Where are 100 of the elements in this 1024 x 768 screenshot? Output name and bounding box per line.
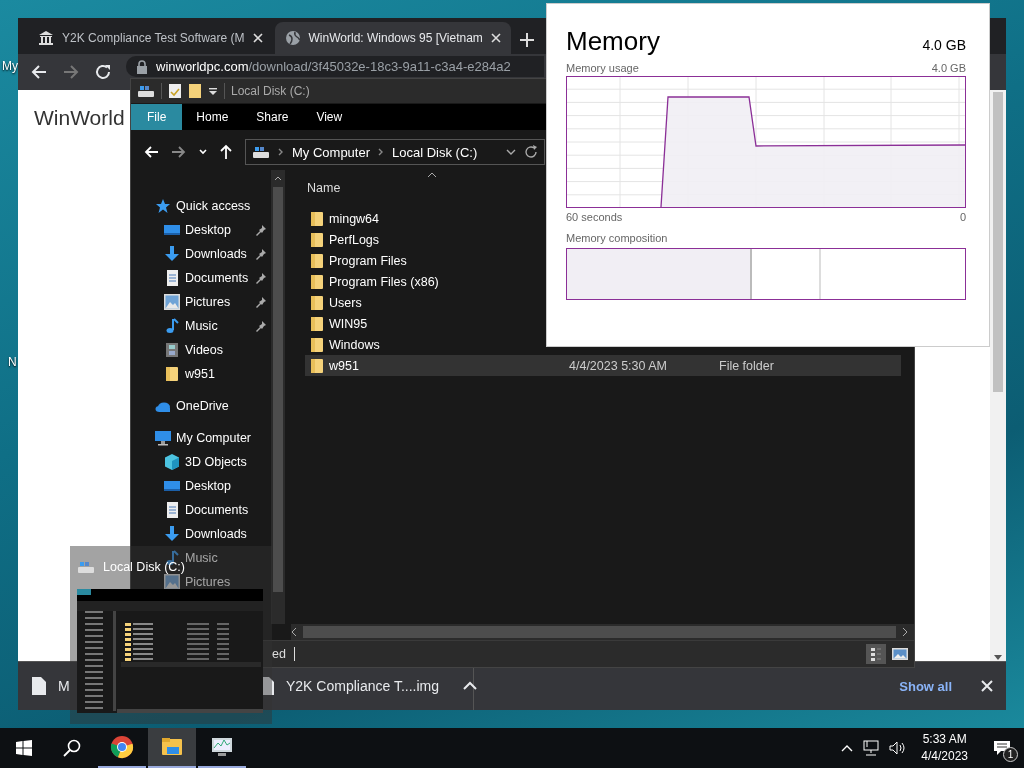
- dropdown-caret-icon[interactable]: [506, 148, 516, 156]
- window-title: Local Disk (C:): [231, 84, 310, 98]
- back-arrow-icon[interactable]: [143, 144, 159, 160]
- pin-icon[interactable]: [255, 272, 267, 284]
- status-text: ed: [272, 647, 286, 661]
- file-name: WIN95: [329, 316, 369, 331]
- picture-icon: [164, 574, 180, 590]
- document-icon: [164, 270, 180, 286]
- address-field[interactable]: My Computer Local Disk (C:): [245, 139, 545, 165]
- file-name: Program Files: [329, 253, 408, 268]
- clock[interactable]: 5:33 AM 4/4/2023: [921, 731, 968, 765]
- network-icon[interactable]: [863, 740, 880, 756]
- nav-item[interactable]: Documents: [164, 502, 271, 518]
- show-all-link[interactable]: Show all: [899, 678, 952, 694]
- forward-arrow-icon: [62, 63, 80, 81]
- nav-item[interactable]: OneDrive: [155, 398, 271, 414]
- file-row[interactable]: Program Files (x86): [305, 271, 541, 292]
- horizontal-scrollbar[interactable]: [291, 624, 914, 640]
- pin-icon[interactable]: [255, 224, 267, 236]
- url-path: /download/3f45032e-18c3-9a11-c3a4-e284a2: [248, 59, 511, 74]
- pin-icon[interactable]: [255, 320, 267, 332]
- scrollbar[interactable]: [271, 170, 285, 624]
- desktop-icon-label[interactable]: N: [8, 355, 17, 369]
- column-header[interactable]: Name: [307, 181, 341, 195]
- nav-item[interactable]: My Computer: [155, 430, 271, 446]
- taskbar-app-button[interactable]: [148, 728, 196, 768]
- date-modified: 4/4/2023 5:30 AM: [569, 358, 668, 373]
- nav-item[interactable]: Downloads: [164, 526, 271, 542]
- browser-tab[interactable]: WinWorld: Windows 95 [Vietnam: [274, 22, 511, 54]
- forward-arrow-icon: [171, 144, 187, 160]
- file-name: w951: [329, 358, 360, 373]
- nav-item[interactable]: Pictures: [164, 574, 271, 590]
- drive-icon: [77, 559, 95, 575]
- reload-icon[interactable]: [94, 63, 112, 81]
- file-row[interactable]: PerfLogs: [305, 229, 541, 250]
- file-name: mingw64: [329, 211, 381, 226]
- back-arrow-icon[interactable]: [30, 63, 48, 81]
- volume-icon[interactable]: [889, 740, 908, 756]
- chevron-up-icon[interactable]: [841, 744, 854, 752]
- breadcrumb-item[interactable]: My Computer: [292, 144, 371, 160]
- nav-item[interactable]: Pictures: [164, 294, 271, 310]
- dropdown-caret-icon[interactable]: [208, 86, 218, 96]
- file-row[interactable]: Windows: [305, 334, 541, 355]
- file-row[interactable]: Users: [305, 292, 541, 313]
- scrollbar-thumb[interactable]: [303, 626, 896, 638]
- folder-icon: [164, 366, 180, 382]
- notifications-button[interactable]: 1: [988, 734, 1016, 762]
- nav-item[interactable]: Music: [164, 318, 271, 334]
- file-row[interactable]: Program Files: [305, 250, 541, 271]
- breadcrumb-item[interactable]: Local Disk (C:): [392, 144, 478, 160]
- ribbon-tab[interactable]: Share: [242, 104, 303, 130]
- scroll-down-arrow-icon[interactable]: [994, 655, 1002, 661]
- desktop-icon-label[interactable]: My: [2, 59, 18, 73]
- scrollbar[interactable]: [990, 90, 1006, 661]
- nav-item[interactable]: Desktop: [164, 222, 271, 238]
- graph-label: Memory usage: [566, 62, 639, 74]
- cube-icon: [164, 454, 180, 470]
- close-icon[interactable]: [490, 33, 501, 43]
- folder-icon[interactable]: [188, 83, 202, 99]
- browser-tab[interactable]: Y2K Compliance Test Software (M: [28, 22, 273, 54]
- file-name: Users: [329, 295, 363, 310]
- scrollbar-thumb[interactable]: [273, 187, 283, 592]
- file-name: Windows: [329, 337, 381, 352]
- page-heading: WinWorld: [34, 106, 125, 130]
- chevron-right-icon: [378, 148, 385, 156]
- file-row[interactable]: mingw64: [305, 208, 541, 229]
- nav-item[interactable]: Quick access: [155, 198, 271, 214]
- nav-item[interactable]: Videos: [164, 342, 271, 358]
- scrollbar-thumb[interactable]: [993, 92, 1003, 392]
- nav-item[interactable]: 3D Objects: [164, 454, 271, 470]
- close-icon[interactable]: [252, 33, 263, 43]
- caret-up-icon[interactable]: [463, 681, 478, 691]
- nav-item[interactable]: Desktop: [164, 478, 271, 494]
- properties-icon[interactable]: [168, 83, 182, 99]
- ribbon-tab[interactable]: File: [131, 104, 183, 130]
- folder-icon: [309, 336, 323, 353]
- address-bar[interactable]: winworldpc.com/download/3f45032e-18c3-9a11-c3a4-e284a2: [126, 56, 544, 77]
- window-thumbnail[interactable]: [77, 589, 265, 713]
- sort-caret-icon[interactable]: [427, 172, 437, 178]
- drive-icon: [137, 83, 155, 99]
- file-icon: [32, 677, 46, 695]
- nav-item[interactable]: w951: [164, 366, 271, 382]
- computer-icon: [155, 430, 171, 446]
- refresh-icon[interactable]: [524, 145, 538, 159]
- recent-caret-icon[interactable]: [199, 148, 207, 156]
- nav-item[interactable]: Documents: [164, 270, 271, 286]
- file-row[interactable]: WIN95: [305, 313, 541, 334]
- pin-icon[interactable]: [255, 248, 267, 260]
- ribbon-tab[interactable]: View: [302, 104, 357, 130]
- globe-icon: [284, 30, 301, 46]
- axis-label: 60 seconds: [566, 211, 623, 223]
- folder-icon: [309, 252, 323, 269]
- ribbon-tab[interactable]: Home: [182, 104, 243, 130]
- pin-icon[interactable]: [255, 296, 267, 308]
- up-arrow-icon[interactable]: [219, 144, 233, 160]
- details-view-button[interactable]: [866, 644, 886, 664]
- file-row[interactable]: w951 4/4/2023 5:30 AM File folder: [305, 355, 901, 376]
- close-icon[interactable]: [980, 679, 994, 693]
- nav-item[interactable]: Downloads: [164, 246, 271, 262]
- file-name: Program Files (x86): [329, 274, 440, 289]
